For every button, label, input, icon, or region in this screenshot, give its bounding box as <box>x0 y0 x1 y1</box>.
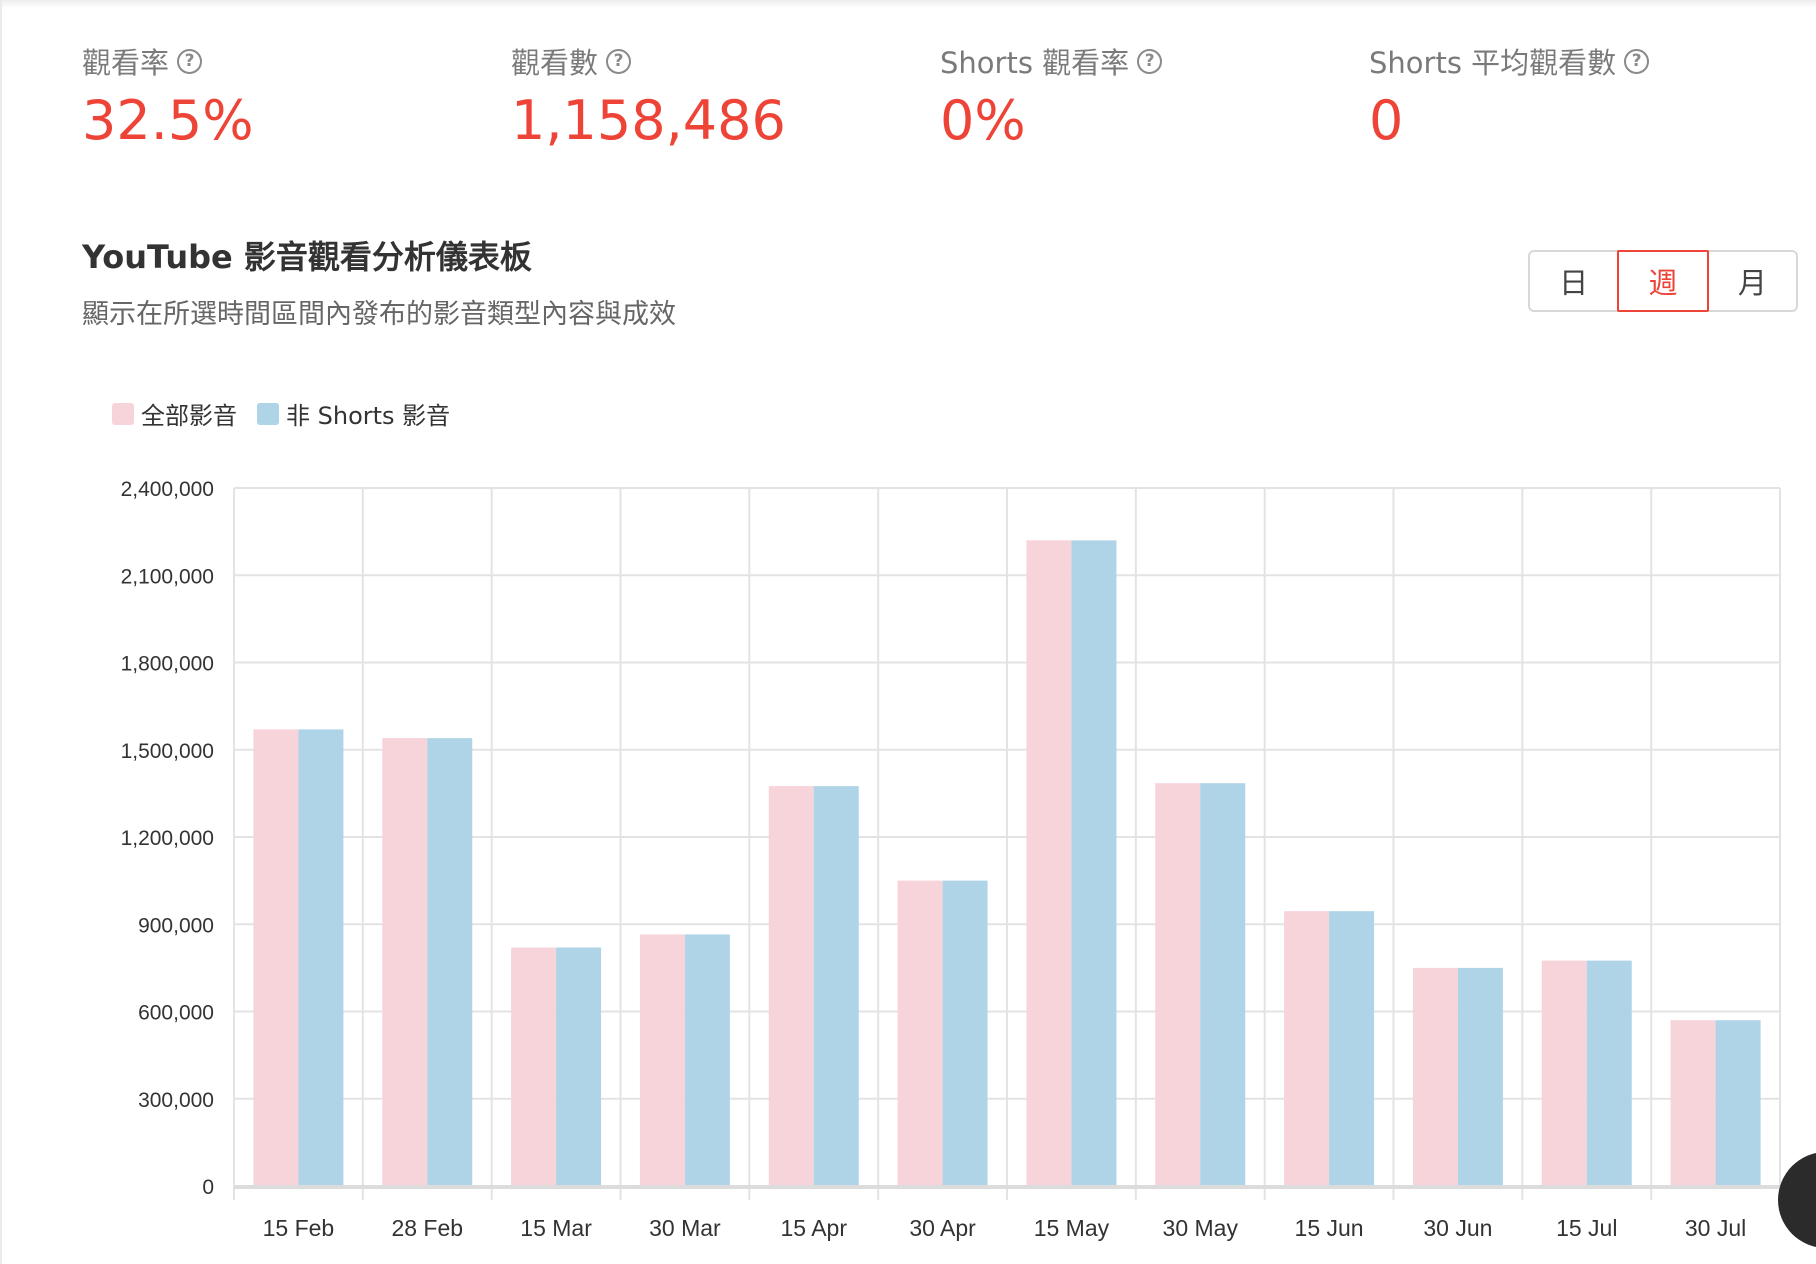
y-tick-label: 900,000 <box>138 914 214 937</box>
bar-non-shorts <box>1200 783 1246 1186</box>
y-tick-label: 1,500,000 <box>121 740 214 763</box>
bar-non-shorts <box>813 786 859 1186</box>
bar-all-videos <box>382 738 428 1186</box>
x-tick-label: 15 May <box>1034 1215 1110 1241</box>
bar-non-shorts <box>1329 911 1375 1186</box>
bar-all-videos <box>511 947 557 1186</box>
dashboard-page: 觀看率 ? 32.5% 觀看數 ? 1,158,486 Shorts 觀看率 ?… <box>0 0 1816 1264</box>
bar-all-videos <box>1412 967 1458 1186</box>
y-tick-label: 0 <box>202 1176 214 1199</box>
bar-non-shorts <box>1715 1020 1761 1186</box>
y-tick-label: 1,800,000 <box>121 653 214 676</box>
x-tick-label: 15 Feb <box>263 1215 335 1241</box>
x-tick-label: 15 Apr <box>781 1215 848 1241</box>
bar-non-shorts <box>1071 540 1117 1186</box>
x-tick-label: 30 Apr <box>909 1215 976 1241</box>
x-tick-label: 30 May <box>1163 1215 1239 1241</box>
bar-all-videos <box>1155 783 1201 1186</box>
bar-non-shorts <box>684 934 730 1186</box>
bar-non-shorts <box>1586 960 1632 1186</box>
x-tick-label: 30 Jul <box>1685 1215 1746 1241</box>
bar-all-videos <box>768 786 814 1186</box>
x-tick-label: 28 Feb <box>391 1215 463 1241</box>
x-tick-label: 30 Mar <box>649 1215 721 1241</box>
y-tick-label: 2,400,000 <box>121 478 214 501</box>
x-tick-label: 15 Mar <box>520 1215 592 1241</box>
bar-chart: 0 300,000 600,000 900,000 1,200,000 1,500,000… <box>121 478 1781 1241</box>
bar-non-shorts <box>556 947 602 1186</box>
y-tick-label: 1,200,000 <box>121 827 214 850</box>
y-tick-label: 600,000 <box>138 1002 214 1025</box>
x-tick-label: 15 Jul <box>1556 1215 1617 1241</box>
bar-non-shorts <box>298 729 344 1186</box>
bar-all-videos <box>639 934 685 1186</box>
bar-all-videos <box>897 880 943 1186</box>
bar-all-videos <box>1284 911 1330 1186</box>
y-tick-label: 2,100,000 <box>121 565 214 588</box>
bar-all-videos <box>1670 1020 1716 1186</box>
bar-non-shorts <box>942 880 988 1186</box>
x-tick-label: 15 Jun <box>1295 1215 1364 1241</box>
bar-non-shorts <box>1457 967 1503 1186</box>
bar-non-shorts <box>427 738 473 1186</box>
bar-all-videos <box>1541 960 1587 1186</box>
y-tick-label: 300,000 <box>138 1089 214 1112</box>
bar-all-videos <box>1026 540 1072 1186</box>
bar-all-videos <box>253 729 299 1186</box>
x-tick-label: 30 Jun <box>1423 1215 1492 1241</box>
